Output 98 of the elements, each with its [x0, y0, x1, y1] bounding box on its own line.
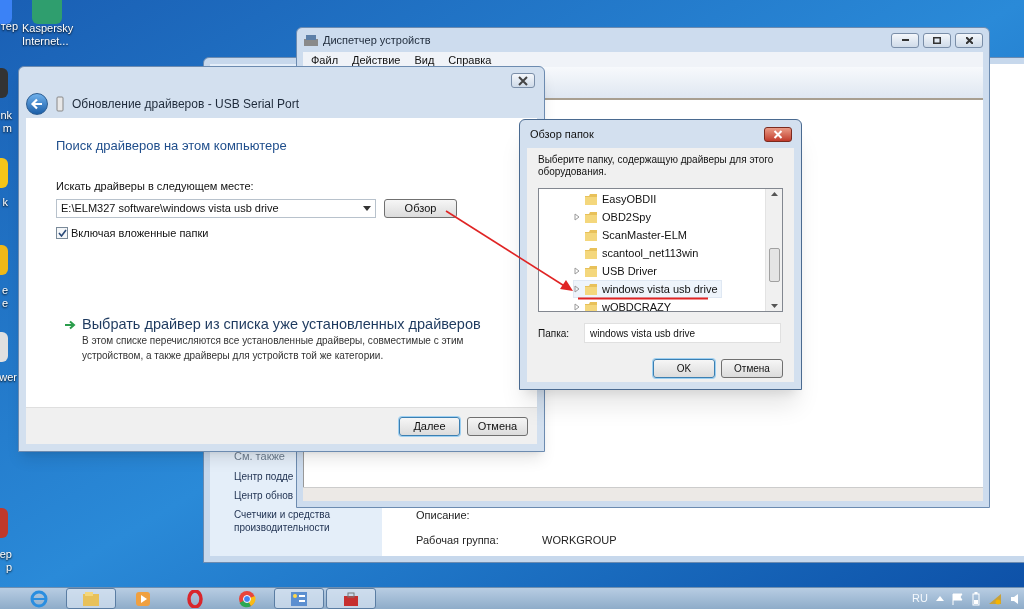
folder-icon — [584, 192, 598, 206]
arrow-icon — [64, 319, 76, 330]
expand-arrow-icon — [574, 303, 580, 311]
folder-icon — [584, 246, 598, 260]
window-title: Обновление драйверов - USB Serial Port — [72, 95, 299, 113]
back-arrow-icon — [30, 97, 44, 110]
device-manager-icon — [303, 33, 319, 47]
folder-label: Папка: — [538, 326, 571, 341]
round-browser-icon — [238, 589, 256, 608]
dialog-title: Обзор папок — [530, 126, 594, 142]
scroll-down-icon — [770, 304, 778, 308]
desktop-icon-label[interactable]: k — [0, 196, 8, 209]
see-also-link[interactable]: Центр обнов — [234, 489, 294, 502]
cancel-button[interactable]: Отмена — [721, 359, 783, 378]
control-panel-icon — [290, 589, 308, 608]
folder-item[interactable]: OBD2Spy — [573, 208, 655, 226]
field-label: Описание: — [416, 508, 471, 523]
folder-input[interactable]: windows vista usb drive — [584, 323, 781, 343]
next-button[interactable]: Далее — [399, 416, 460, 436]
path-combobox[interactable]: E:\ELM327 software\windows vista usb drive — [56, 199, 376, 218]
close-button[interactable] — [764, 126, 792, 142]
see-also-heading: См. также — [234, 448, 286, 464]
choose-driver-link[interactable]: Выбрать драйвер из списка уже установленных драйверов — [82, 315, 481, 333]
see-also-link[interactable]: Счетчики и средства производительности — [234, 508, 354, 534]
maximize-icon — [933, 36, 941, 44]
show-hidden-icons-icon — [936, 596, 944, 601]
close-icon — [517, 75, 529, 86]
subfolders-checkbox[interactable] — [56, 227, 68, 240]
cancel-button[interactable]: Отмена — [467, 416, 528, 436]
window-title: Диспетчер устройств — [323, 32, 432, 48]
folder-item[interactable]: ScanMaster-ELM — [573, 226, 691, 244]
desktop-icon-label[interactable]: ер р — [0, 548, 12, 574]
folder-name: ScanMaster-ELM — [602, 229, 687, 241]
expand-arrow-icon — [574, 213, 580, 221]
minimize-button[interactable] — [891, 32, 919, 48]
menu-item[interactable]: Действие — [352, 53, 401, 66]
folder-icon — [584, 210, 598, 224]
desktop-icon-label[interactable]: Kaspersky Internet... — [22, 22, 82, 48]
path-value: E:\ELM327 software\windows vista usb drive — [61, 201, 280, 217]
menu-item[interactable]: Файл — [311, 53, 339, 66]
close-icon — [965, 36, 973, 44]
folder-name: windows vista usb drive — [602, 283, 718, 295]
search-location-label: Искать драйверы в следующем месте: — [56, 178, 255, 194]
speaker-icon — [1010, 592, 1020, 605]
flag-icon — [952, 592, 964, 605]
folder-icon — [584, 282, 598, 296]
maximize-button[interactable] — [923, 32, 951, 48]
field-value: WORKGROUP — [542, 532, 617, 548]
dialog-prompt: Выберите папку, содержащую драйверы для этого оборудования. — [538, 154, 775, 178]
taskbar-button[interactable] — [66, 588, 116, 609]
desktop-icon-label[interactable]: nk m — [0, 109, 12, 135]
desktop-icon-label[interactable]: wer — [0, 371, 17, 384]
folder-item[interactable]: EasyOBDII — [573, 190, 661, 208]
folder-item[interactable]: windows vista usb drive — [573, 280, 722, 298]
expand-arrow-icon — [574, 267, 580, 275]
signal-icon — [988, 592, 1002, 605]
dropdown-arrow-icon — [363, 206, 371, 211]
browse-button[interactable]: Обзор — [384, 199, 457, 218]
folder-item[interactable]: wOBDCRAZY — [573, 298, 676, 311]
close-button[interactable] — [955, 32, 983, 48]
taskbar-button[interactable] — [274, 588, 324, 609]
folder-icon — [82, 589, 100, 608]
field-label: Рабочая группа: — [416, 532, 500, 548]
folder-icon — [584, 264, 598, 278]
folder-name: scantool_net113win — [602, 247, 699, 259]
link-description: В этом списке перечисляются все установленные драйверы, совместимые с этим устройством, а также драйверы для устройств той же категории. — [82, 333, 465, 363]
see-also-link[interactable]: Центр подде — [234, 470, 294, 483]
expand-arrow-icon — [574, 285, 580, 293]
taskbar-button[interactable] — [326, 588, 376, 609]
scrollbar[interactable] — [765, 189, 782, 311]
browser-e-icon — [30, 589, 48, 608]
folder-name: OBD2Spy — [602, 211, 651, 223]
battery-icon — [972, 591, 980, 606]
menu-item[interactable]: Справка — [448, 53, 492, 66]
desktop-icon-label[interactable]: тер — [0, 20, 18, 33]
folder-icon — [584, 300, 598, 311]
ok-button[interactable]: OK — [653, 359, 715, 378]
minimize-icon — [901, 39, 909, 41]
folder-item[interactable]: USB Driver — [573, 262, 661, 280]
close-button[interactable] — [511, 73, 535, 88]
page-heading: Поиск драйверов на этом компьютере — [56, 137, 288, 155]
folder-icon — [584, 228, 598, 242]
scrollbar-thumb[interactable] — [768, 248, 780, 282]
usb-device-icon — [56, 95, 64, 112]
folder-name: EasyOBDII — [602, 193, 657, 205]
desktop-icon-label[interactable]: e e — [0, 284, 8, 310]
checkbox-label: Включая вложенные папки — [71, 226, 209, 241]
o-ring-icon — [186, 589, 204, 608]
menu-item[interactable]: Вид — [414, 53, 435, 66]
back-button[interactable] — [26, 92, 48, 115]
scroll-up-icon — [770, 192, 778, 196]
toolbox-icon — [342, 589, 360, 608]
close-icon — [773, 129, 783, 139]
folder-item[interactable]: scantool_net113win — [573, 244, 703, 262]
checkmark-icon — [57, 229, 67, 238]
folder-name: wOBDCRAZY — [602, 301, 672, 311]
play-icon — [134, 589, 152, 608]
folder-name: USB Driver — [602, 265, 657, 277]
